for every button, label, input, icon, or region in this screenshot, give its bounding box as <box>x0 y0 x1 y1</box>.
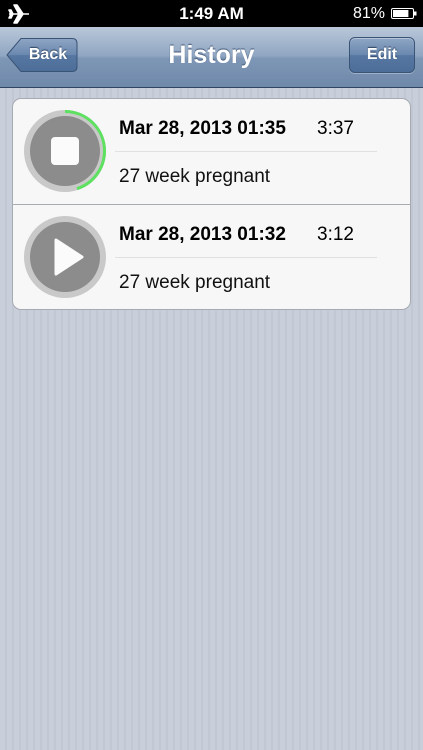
recording-note: 27 week pregnant <box>119 166 271 187</box>
back-button-label: Back <box>28 46 68 63</box>
row-separator <box>115 257 377 258</box>
edit-button[interactable]: Edit <box>349 37 415 73</box>
recording-note: 27 week pregnant <box>119 272 271 293</box>
play-button[interactable] <box>23 215 107 299</box>
stop-icon <box>51 137 79 165</box>
recording-duration: 3:12 <box>317 224 354 245</box>
list-item[interactable]: Mar 28, 2013 01:35 3:37 27 week pregnant <box>13 99 410 204</box>
battery-icon <box>391 8 417 19</box>
row-separator <box>115 151 377 152</box>
recording-date: Mar 28, 2013 01:35 <box>119 118 286 139</box>
history-list: Mar 28, 2013 01:35 3:37 27 week pregnant… <box>12 98 411 310</box>
back-button[interactable]: Back <box>6 37 78 73</box>
list-item[interactable]: Mar 28, 2013 01:32 3:12 27 week pregnant <box>13 204 410 309</box>
stop-button[interactable] <box>23 109 107 193</box>
recording-date: Mar 28, 2013 01:32 <box>119 224 286 245</box>
status-bar: 1:49 AM 81% <box>0 0 423 27</box>
recording-duration: 3:37 <box>317 118 354 139</box>
navigation-bar: History Back Edit <box>0 27 423 88</box>
battery-percent: 81% <box>352 5 385 22</box>
